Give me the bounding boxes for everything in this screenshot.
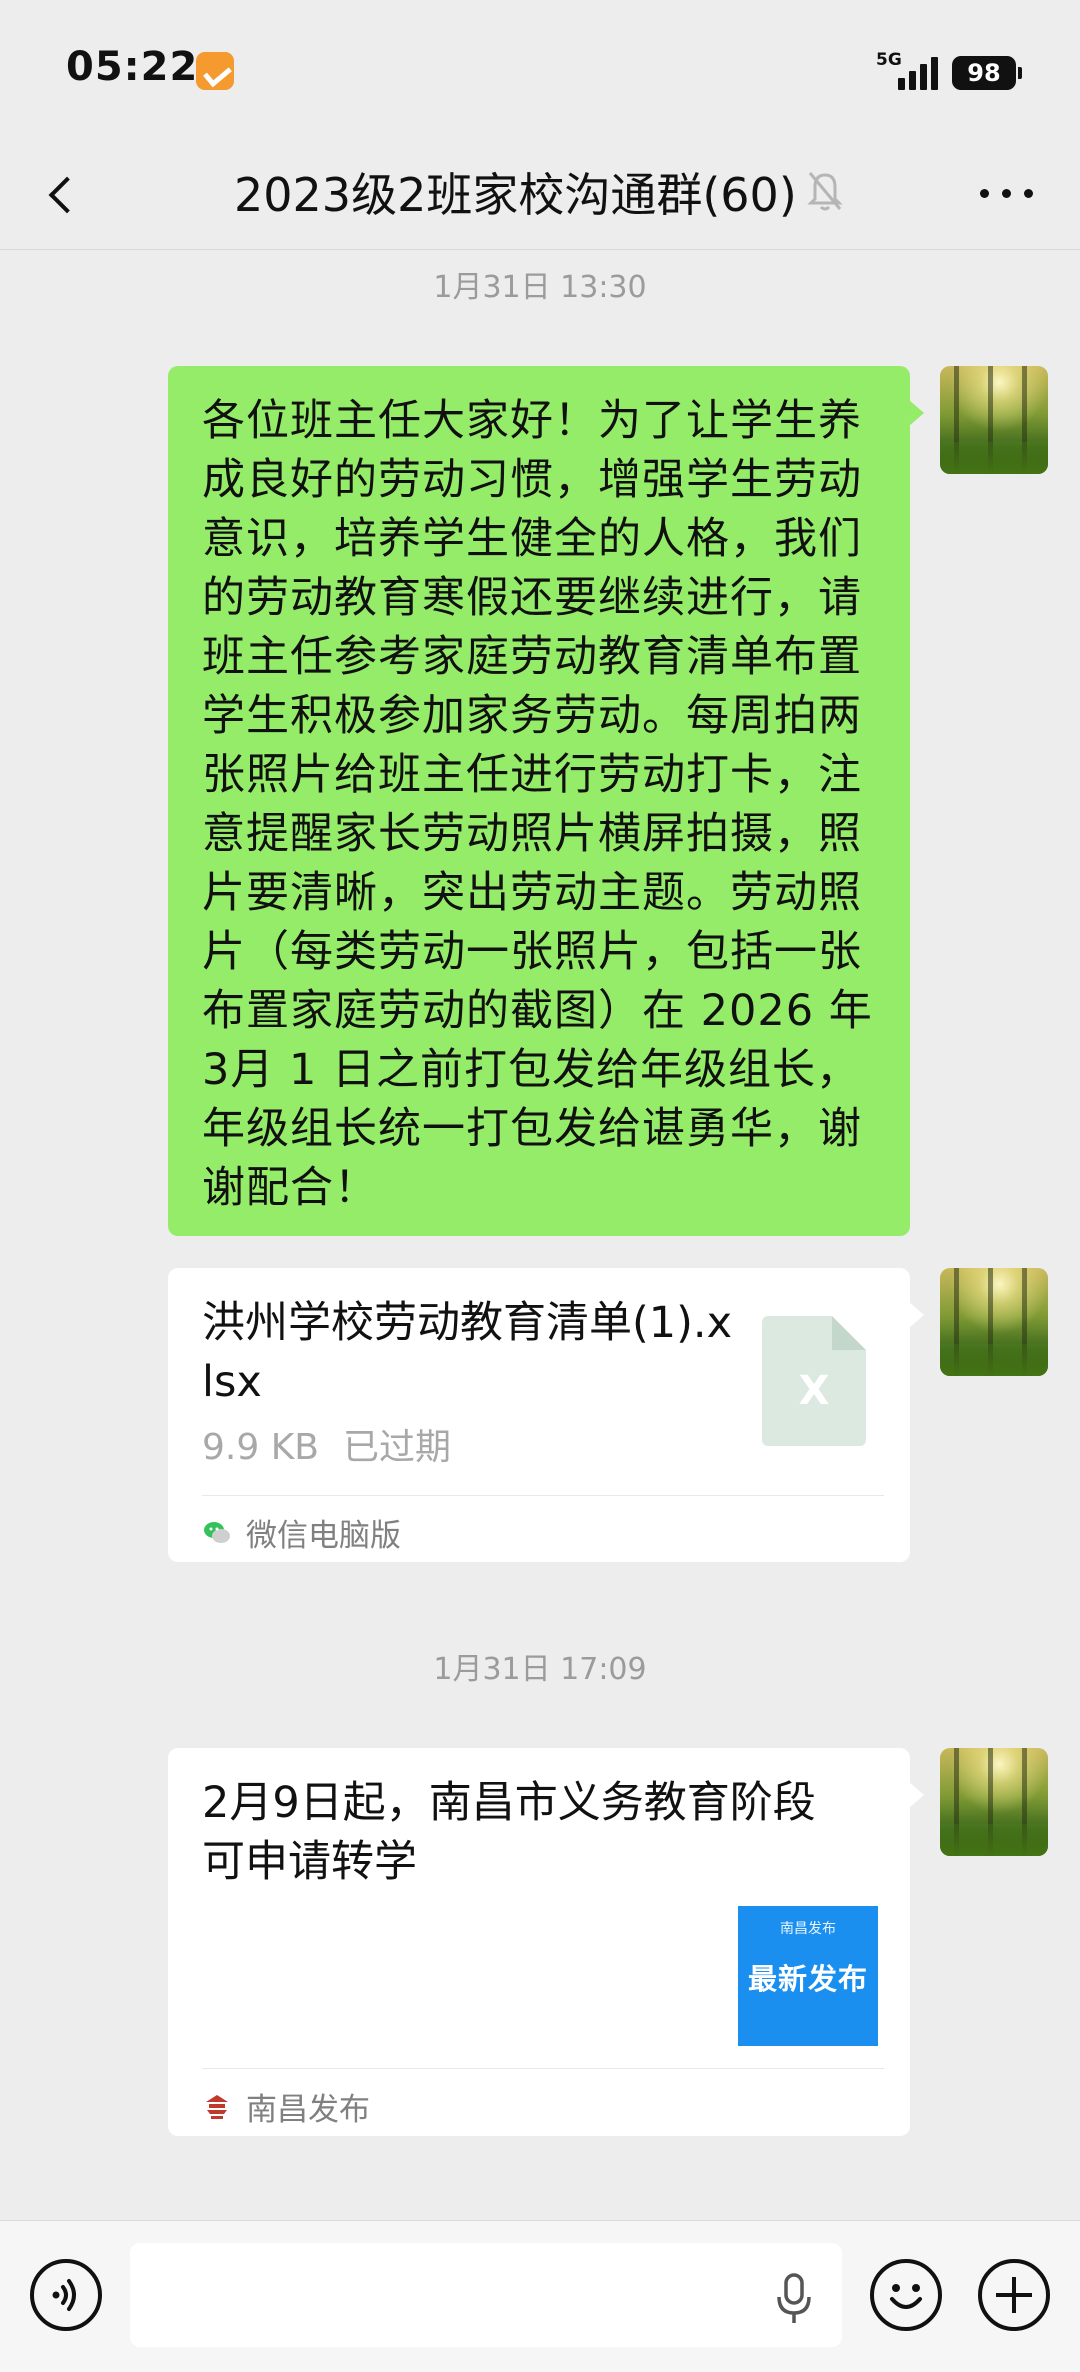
excel-file-icon: X	[762, 1316, 866, 1446]
status-time: 05:22	[66, 44, 199, 90]
more-dots-icon[interactable]	[974, 173, 1044, 213]
article-thumbnail: 南昌发布 最新发布	[738, 1906, 878, 2046]
chevron-left-icon[interactable]	[36, 165, 86, 225]
avatar[interactable]	[940, 1268, 1048, 1376]
message-timestamp: 1月31日 13:30	[433, 270, 647, 305]
card-divider	[202, 2068, 884, 2069]
chat-header: 2023级2班家校沟通群(60)	[0, 135, 1080, 250]
article-message-card[interactable]: 2月9日起，南昌市义务教育阶段可申请转学 南昌发布 最新发布 南昌发布	[168, 1748, 924, 2136]
wechat-icon	[202, 1518, 232, 1548]
bell-muted-icon	[805, 165, 845, 215]
microphone-icon[interactable]	[772, 2271, 816, 2327]
card-source-label: 微信电脑版	[246, 1518, 401, 1554]
text-message-bubble[interactable]: 各位班主任大家好！为了让学生养成良好的劳动习惯，增强学生劳动意识，培养学生健全的…	[168, 366, 924, 1236]
thumbnail-headline: 最新发布	[747, 1962, 868, 1996]
file-status: 已过期	[343, 1427, 452, 1468]
nanchang-logo-icon	[202, 2092, 232, 2122]
plus-icon[interactable]	[978, 2259, 1050, 2331]
message-timestamp: 1月31日 17:09	[433, 1652, 647, 1687]
chat-title: 2023级2班家校沟通群(60)	[234, 168, 797, 222]
emoji-icon[interactable]	[870, 2259, 942, 2331]
card-source-label: 南昌发布	[246, 2092, 370, 2128]
card-source: 微信电脑版	[202, 1510, 401, 1555]
signal-strength-icon	[898, 54, 940, 90]
file-size: 9.9 KB	[202, 1427, 319, 1468]
avatar[interactable]	[940, 1748, 1048, 1856]
article-title: 2月9日起，南昌市义务教育阶段可申请转学	[202, 1778, 816, 1887]
card-source: 南昌发布	[202, 2084, 370, 2129]
battery-indicator: 98	[952, 56, 1022, 90]
file-meta: 9.9 KB 已过期	[202, 1418, 451, 1470]
file-message-card[interactable]: 洪州学校劳动教育清单(1).xlsx 9.9 KB 已过期 X 微信电脑版	[168, 1268, 924, 1562]
app-notification-icon	[196, 52, 234, 90]
card-divider	[202, 1495, 884, 1496]
status-bar: 05:22 5G 98	[0, 0, 1080, 135]
message-input[interactable]	[130, 2243, 842, 2347]
file-name: 洪州学校劳动教育清单(1).xlsx	[202, 1298, 733, 1407]
avatar[interactable]	[940, 366, 1048, 474]
thumbnail-caption: 南昌发布	[780, 1921, 836, 1937]
voice-icon[interactable]	[30, 2259, 102, 2331]
chat-input-bar	[0, 2220, 1080, 2372]
